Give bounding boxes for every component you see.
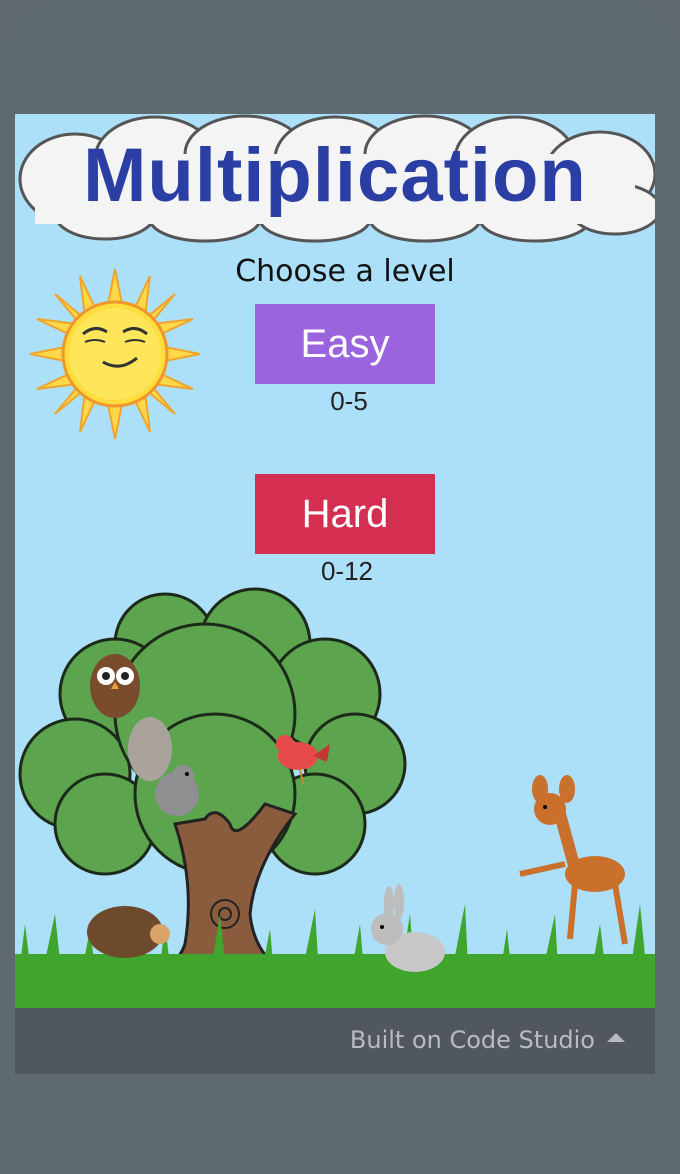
- app-screen: Multiplication Choose a level Easy 0-5 H…: [15, 114, 655, 1008]
- hard-range-label: 0-12: [320, 556, 374, 586]
- built-on-code-studio-link[interactable]: Built on Code Studio: [350, 1026, 625, 1054]
- footer-bar: Built on Code Studio: [15, 1008, 655, 1074]
- easy-button[interactable]: Easy: [255, 304, 435, 384]
- sun-icon: [29, 268, 201, 440]
- level-prompt: Choose a level: [235, 254, 455, 289]
- footer-label: Built on Code Studio: [349, 1026, 595, 1054]
- caret-up-icon: [607, 1032, 625, 1042]
- forest-scene: [15, 587, 655, 1008]
- hedgehog-icon: [87, 906, 170, 958]
- easy-range-label: 0-5: [330, 386, 368, 416]
- app-title: Multiplication: [83, 133, 587, 218]
- deer-icon: [519, 775, 628, 945]
- hard-button[interactable]: Hard: [255, 474, 435, 554]
- owl-icon: [90, 654, 140, 718]
